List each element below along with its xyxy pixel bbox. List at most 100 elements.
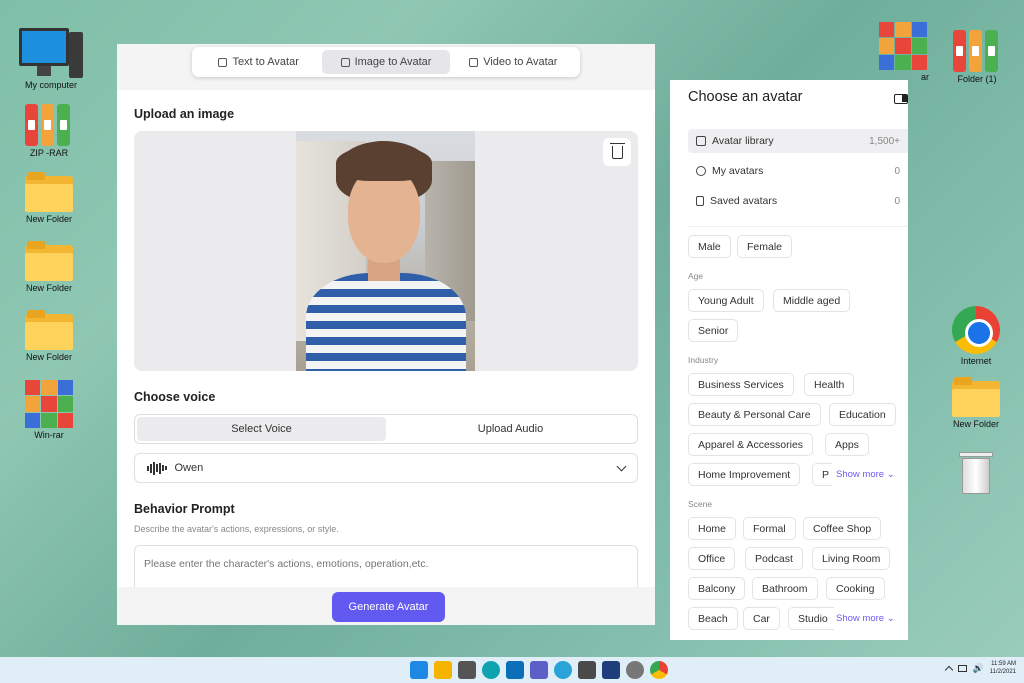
chip-male[interactable]: Male bbox=[688, 235, 731, 258]
my-avatars-item[interactable]: My avatars 0 bbox=[688, 159, 908, 183]
industry-label: Industry bbox=[688, 355, 719, 365]
chip-home[interactable]: Home bbox=[688, 517, 737, 540]
chip-health[interactable]: Health bbox=[804, 373, 855, 396]
behavior-hint: Describe the avatar's actions, expressio… bbox=[134, 524, 339, 534]
chip-beauty[interactable]: Beauty & Personal Care bbox=[688, 403, 821, 426]
taskbar-apps bbox=[410, 661, 668, 679]
folder-icon bbox=[25, 172, 73, 212]
chip-senior[interactable]: Senior bbox=[688, 319, 739, 342]
voice-source-toggle: Select Voice Upload Audio bbox=[134, 414, 638, 444]
windows-start-icon[interactable] bbox=[410, 661, 428, 679]
chrome-icon bbox=[952, 306, 1000, 354]
chip-bathroom[interactable]: Bathroom bbox=[752, 577, 818, 600]
clock-date: 11/2/2021 bbox=[989, 669, 1016, 675]
chip-home-improvement[interactable]: Home Improvement bbox=[688, 463, 801, 486]
library-icon bbox=[696, 136, 706, 146]
chip-car[interactable]: Car bbox=[743, 607, 780, 630]
divider bbox=[688, 226, 908, 227]
chip-podcast[interactable]: Podcast bbox=[745, 547, 803, 570]
chip-formal[interactable]: Formal bbox=[743, 517, 796, 540]
browser-icon[interactable] bbox=[554, 661, 572, 679]
chip-beach[interactable]: Beach bbox=[688, 607, 738, 630]
desktop-icon-label: My computer bbox=[24, 80, 77, 90]
avatar-library-item[interactable]: Avatar library 1,500+ bbox=[688, 129, 908, 153]
desktop-icon-recycle-bin[interactable] bbox=[941, 452, 1011, 494]
desktop-icon-rar-archive[interactable]: ar bbox=[868, 22, 938, 82]
show-more-label: Show more bbox=[836, 613, 885, 624]
select-voice-button[interactable]: Select Voice bbox=[137, 417, 386, 441]
folder-icon bbox=[25, 241, 73, 281]
chip-studio[interactable]: Studio bbox=[788, 607, 834, 630]
camera-icon[interactable] bbox=[458, 661, 476, 679]
teams-icon[interactable] bbox=[530, 661, 548, 679]
desktop-icon-new-folder-1[interactable]: New Folder bbox=[14, 172, 84, 224]
desktop-icon-label: New Folder bbox=[25, 283, 72, 293]
scene-label: Scene bbox=[688, 499, 713, 509]
desktop-icon-win-rar[interactable]: Win-rar bbox=[14, 380, 84, 440]
chip-education[interactable]: Education bbox=[829, 403, 896, 426]
upload-area[interactable] bbox=[134, 131, 638, 371]
chip-living-room[interactable]: Living Room bbox=[812, 547, 891, 570]
chip-middle-aged[interactable]: Middle aged bbox=[773, 289, 851, 312]
voice-dropdown[interactable]: Owen bbox=[134, 453, 638, 483]
desktop-icon-my-computer[interactable]: My computer bbox=[16, 28, 86, 90]
tab-video-to-avatar[interactable]: Video to Avatar bbox=[450, 50, 577, 74]
chrome-taskbar-icon[interactable] bbox=[650, 661, 668, 679]
text-icon bbox=[218, 57, 228, 67]
chip-coffee-shop[interactable]: Coffee Shop bbox=[803, 517, 882, 540]
image-to-avatar-window: Text to Avatar Image to Avatar Video to … bbox=[117, 44, 655, 625]
delete-image-button[interactable] bbox=[603, 138, 631, 166]
image-icon bbox=[340, 57, 350, 67]
store-icon[interactable] bbox=[506, 661, 524, 679]
tab-text-to-avatar[interactable]: Text to Avatar bbox=[195, 50, 322, 74]
bookmark-icon bbox=[696, 196, 704, 206]
app-footer: Generate Avatar bbox=[117, 587, 655, 625]
upload-title: Upload an image bbox=[134, 107, 235, 121]
chip-cooking[interactable]: Cooking bbox=[826, 577, 885, 600]
network-icon[interactable] bbox=[957, 664, 967, 672]
tab-image-to-avatar[interactable]: Image to Avatar bbox=[322, 50, 450, 74]
panel-collapse-icon[interactable] bbox=[894, 94, 908, 104]
desktop-icon-label: Folder (1) bbox=[957, 74, 997, 84]
desktop-icon-label: Internet bbox=[960, 356, 992, 366]
app-icon[interactable] bbox=[602, 661, 620, 679]
scene-show-more[interactable]: Show more ⌄ bbox=[832, 613, 895, 624]
desktop-icon-internet[interactable]: Internet bbox=[941, 306, 1011, 366]
desktop-icon-new-folder-2[interactable]: New Folder bbox=[14, 241, 84, 293]
chip-business-services[interactable]: Business Services bbox=[688, 373, 794, 396]
settings-icon[interactable] bbox=[626, 661, 644, 679]
desktop-icon-zip-rar[interactable]: ZIP -RAR bbox=[14, 102, 84, 158]
chip-truncated[interactable]: P bbox=[812, 463, 832, 486]
folder-icon bbox=[25, 310, 73, 350]
desktop-icon-new-folder-3[interactable]: New Folder bbox=[14, 310, 84, 362]
desktop-icon-label: New Folder bbox=[952, 419, 999, 429]
chip-young-adult[interactable]: Young Adult bbox=[688, 289, 764, 312]
folder-icon bbox=[952, 377, 1000, 417]
upload-audio-button[interactable]: Upload Audio bbox=[386, 417, 635, 441]
mode-tabs: Text to Avatar Image to Avatar Video to … bbox=[192, 47, 580, 77]
desktop-icon-folder-1[interactable]: Folder (1) bbox=[942, 28, 1012, 84]
tab-label: Text to Avatar bbox=[232, 56, 299, 68]
chip-office[interactable]: Office bbox=[688, 547, 736, 570]
lib-count: 1,500+ bbox=[869, 135, 900, 147]
clock[interactable]: 11:59 AM 11/2/2021 bbox=[990, 660, 1016, 676]
lib-count: 0 bbox=[894, 165, 900, 177]
file-explorer-icon[interactable] bbox=[434, 661, 452, 679]
chevron-up-icon[interactable] bbox=[944, 665, 953, 674]
chip-apparel[interactable]: Apparel & Accessories bbox=[688, 433, 814, 456]
edge-icon[interactable] bbox=[482, 661, 500, 679]
desktop-icon-new-folder-right[interactable]: New Folder bbox=[941, 377, 1011, 429]
person-icon bbox=[696, 166, 706, 176]
selected-voice: Owen bbox=[174, 462, 204, 474]
generate-avatar-button[interactable]: Generate Avatar bbox=[332, 592, 445, 622]
volume-icon[interactable]: 🔊 bbox=[973, 663, 984, 674]
media-icon[interactable] bbox=[578, 661, 596, 679]
chip-apps[interactable]: Apps bbox=[825, 433, 869, 456]
industry-show-more[interactable]: Show more ⌄ bbox=[832, 469, 895, 480]
chip-female[interactable]: Female bbox=[737, 235, 793, 258]
winrar-icon bbox=[879, 22, 927, 70]
saved-avatars-item[interactable]: Saved avatars 0 bbox=[688, 189, 908, 213]
chip-balcony[interactable]: Balcony bbox=[688, 577, 746, 600]
taskbar: 🔊 11:59 AM 11/2/2021 bbox=[0, 657, 1024, 683]
lib-label: My avatars bbox=[712, 165, 764, 177]
